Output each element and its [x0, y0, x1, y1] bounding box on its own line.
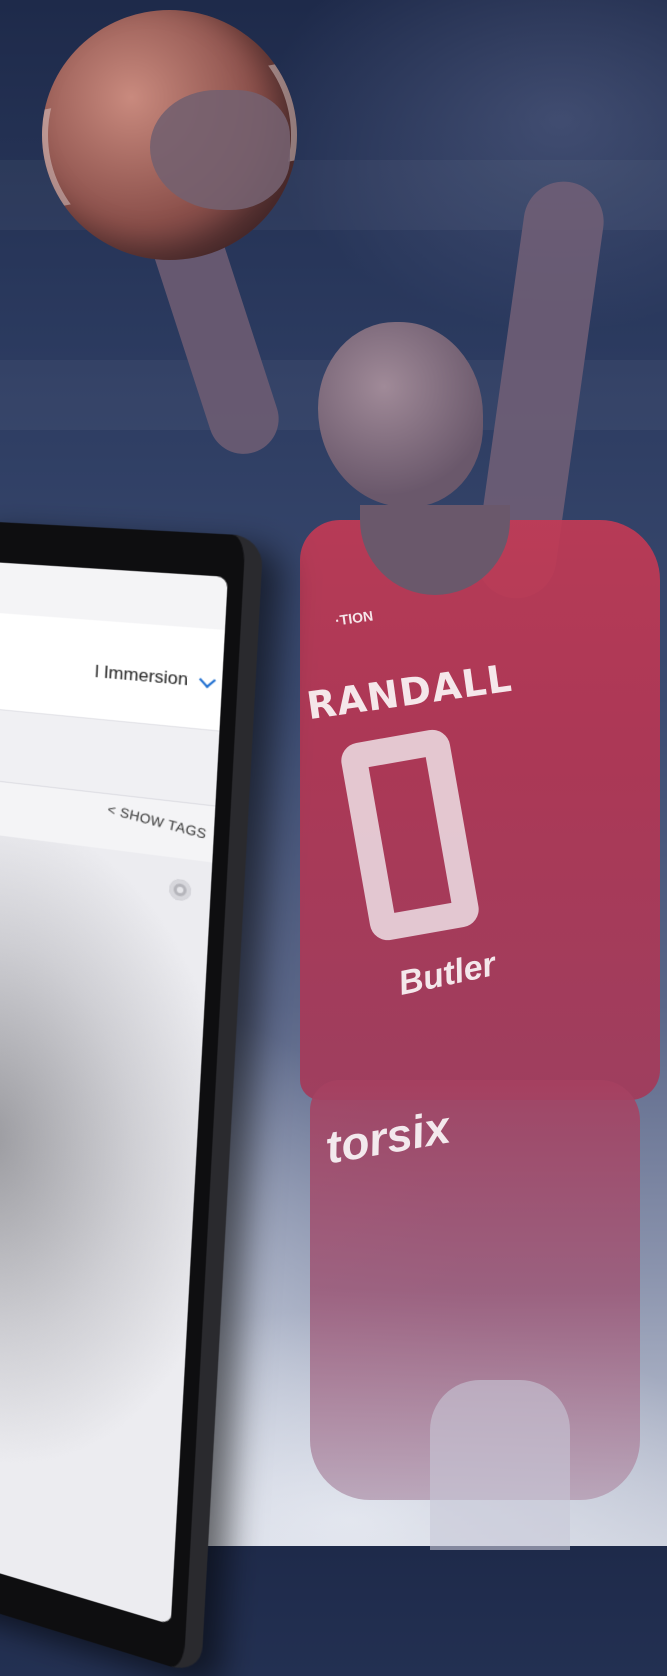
course-dropdown[interactable]: l Immersion — [94, 661, 217, 693]
athlete-leg — [430, 1380, 570, 1550]
show-tags-button[interactable]: < SHOW TAGS — [107, 801, 209, 842]
course-dropdown-value: l Immersion — [94, 661, 189, 690]
athlete-hand — [150, 90, 290, 210]
chevron-down-icon — [199, 671, 217, 688]
